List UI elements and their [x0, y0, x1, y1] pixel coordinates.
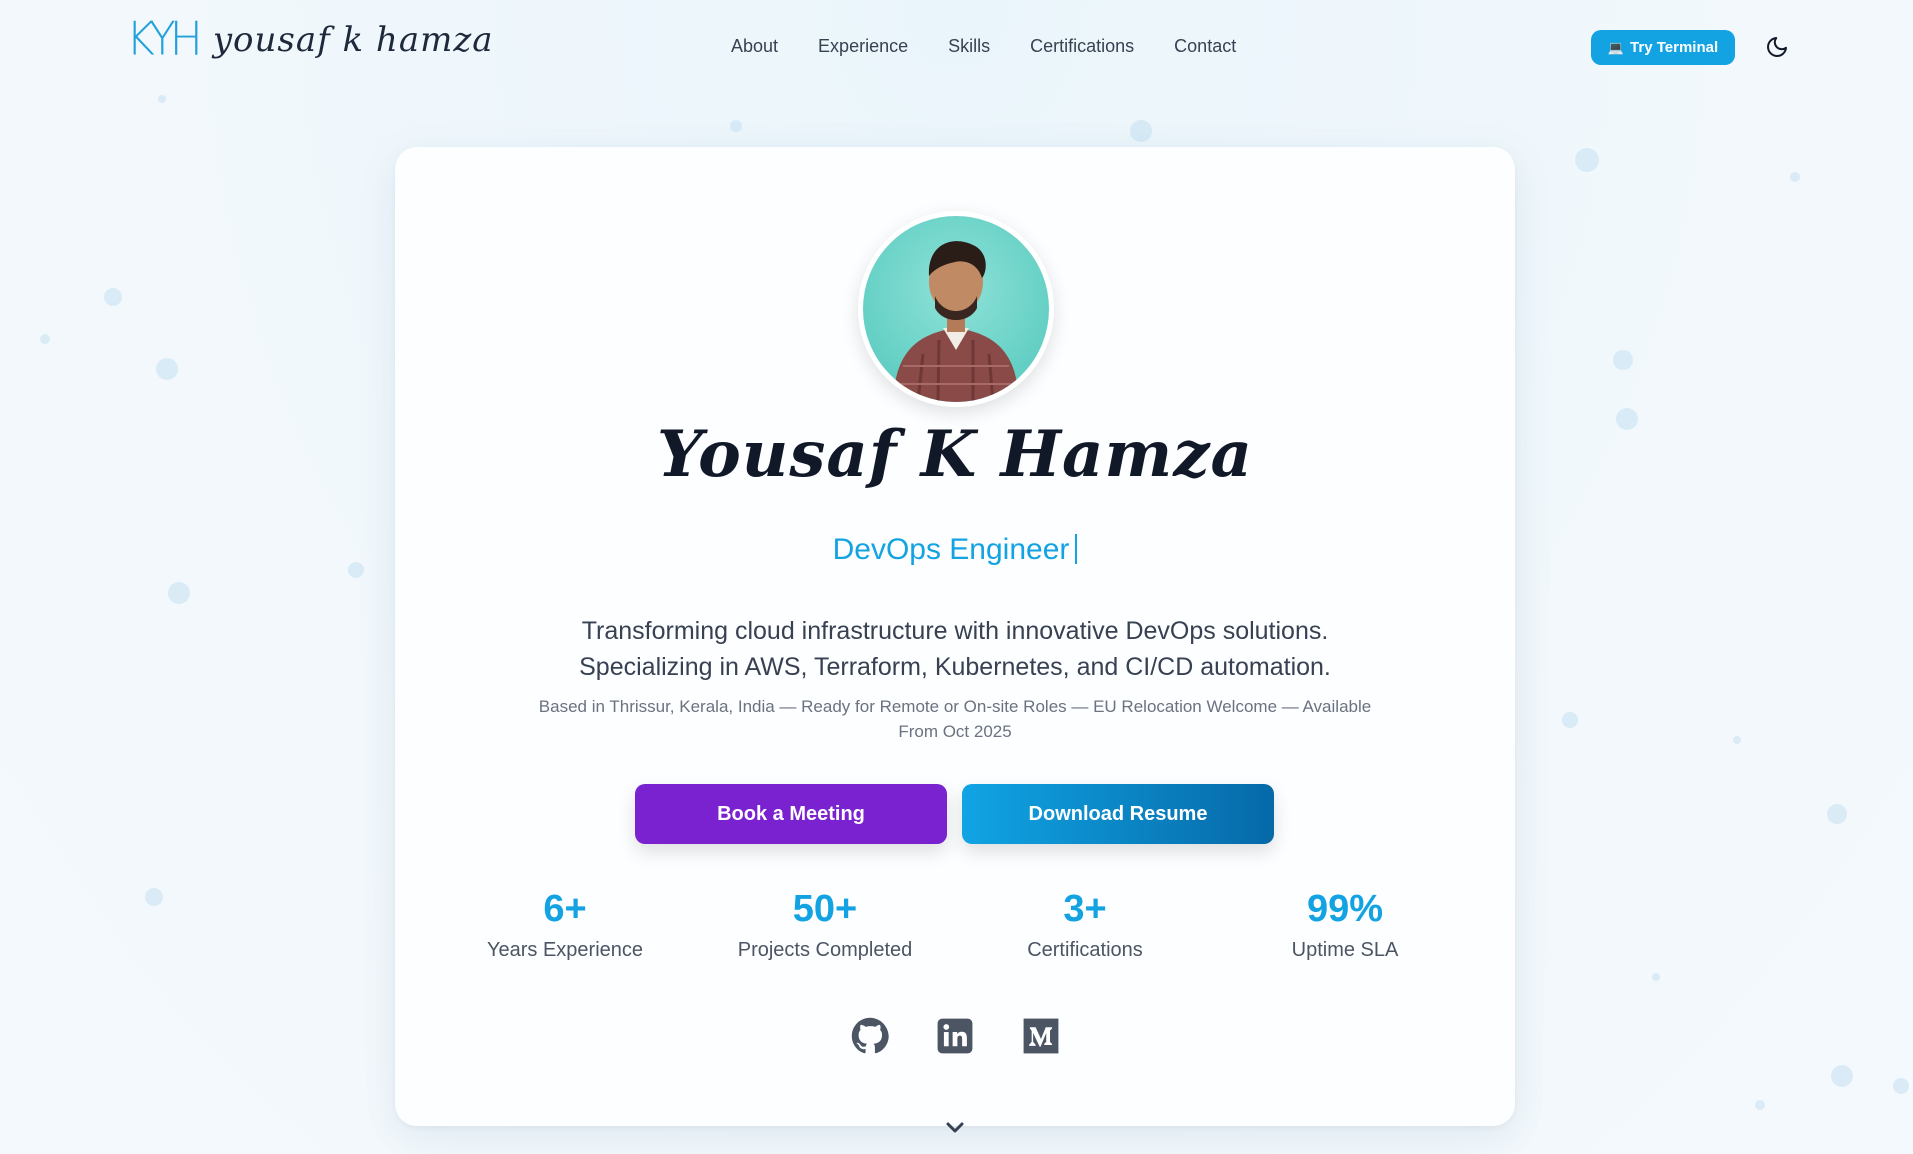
logo-signature: yousaf k hamza — [212, 20, 494, 60]
try-terminal-label: Try Terminal — [1630, 39, 1719, 56]
social-links — [395, 1017, 1515, 1057]
nav-link-experience[interactable]: Experience — [818, 36, 908, 57]
moon-icon — [1767, 37, 1787, 57]
github-icon[interactable] — [851, 1017, 889, 1055]
stat-value: 6+ — [543, 888, 587, 930]
stat-years-experience: 6+ Years Experience — [435, 885, 695, 962]
stat-label: Projects Completed — [737, 939, 913, 961]
try-terminal-button[interactable]: 💻 Try Terminal — [1591, 30, 1735, 65]
hero-card: Yousaf K Hamza DevOps Engineer Transform… — [395, 147, 1515, 1126]
download-resume-button[interactable]: Download Resume — [962, 784, 1274, 844]
nav-links: About Experience Skills Certifications C… — [731, 36, 1236, 57]
tagline-line-2: Specializing in AWS, Terraform, Kubernet… — [579, 653, 1331, 681]
site-logo[interactable]: KYH yousaf k hamza — [126, 12, 494, 67]
stat-label: Certifications — [1027, 939, 1143, 961]
stat-label: Uptime SLA — [1291, 939, 1399, 961]
theme-toggle-button[interactable] — [1764, 34, 1790, 60]
stat-certifications: 3+ Certifications — [955, 885, 1215, 962]
nav-link-certifications[interactable]: Certifications — [1030, 36, 1134, 57]
scroll-down-icon[interactable] — [945, 1122, 965, 1134]
hero-name: Yousaf K Hamza — [656, 417, 1254, 492]
profile-avatar — [858, 211, 1054, 407]
stat-projects-completed: 50+ Projects Completed — [695, 885, 955, 962]
stat-label: Years Experience — [486, 939, 644, 961]
profile-photo — [893, 241, 1019, 402]
laptop-icon: 💻 — [1607, 39, 1625, 55]
stat-value: 3+ — [1063, 888, 1107, 930]
stat-value: 50+ — [792, 888, 858, 930]
typed-role: DevOps Engineer — [832, 533, 1070, 566]
logo-monogram: KYH — [126, 12, 203, 67]
stat-value: 99% — [1306, 888, 1384, 930]
hero-role: DevOps Engineer — [395, 533, 1515, 567]
nav-link-about[interactable]: About — [731, 36, 778, 57]
medium-icon[interactable] — [1022, 1017, 1060, 1055]
book-meeting-button[interactable]: Book a Meeting — [635, 784, 947, 844]
top-navigation: KYH yousaf k hamza About Experience Skil… — [0, 0, 1913, 95]
hero-tagline: Transforming cloud infrastructure with i… — [395, 613, 1515, 685]
nav-link-skills[interactable]: Skills — [948, 36, 990, 57]
stat-uptime-sla: 99% Uptime SLA — [1215, 885, 1475, 962]
tagline-line-1: Transforming cloud infrastructure with i… — [581, 617, 1329, 645]
availability-text: Based in Thrissur, Kerala, India — Ready… — [538, 697, 1372, 741]
typing-cursor — [1075, 534, 1078, 564]
linkedin-icon[interactable] — [936, 1017, 974, 1055]
nav-link-contact[interactable]: Contact — [1174, 36, 1236, 57]
